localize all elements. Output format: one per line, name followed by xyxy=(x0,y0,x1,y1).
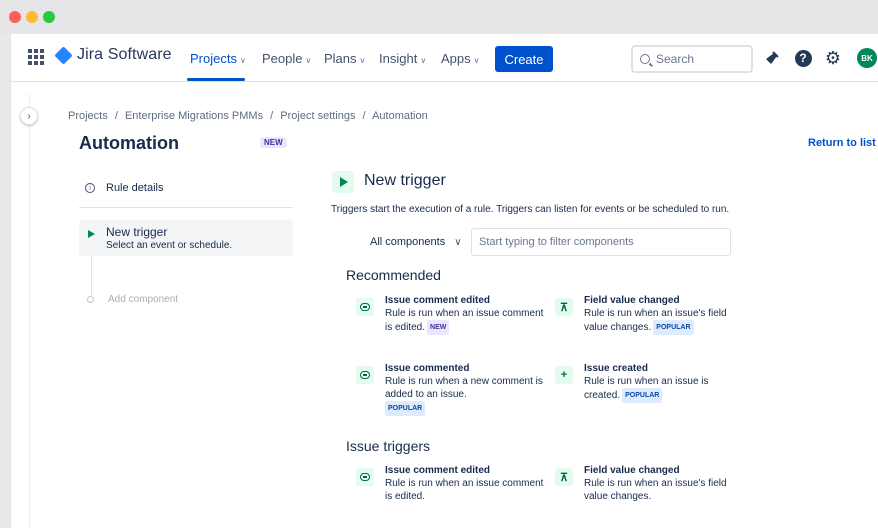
component-description: Rule is run when an issue comment is edi… xyxy=(385,478,544,502)
breadcrumb-separator: / xyxy=(270,110,274,122)
close-window-button[interactable] xyxy=(9,11,21,23)
megaphone-icon xyxy=(766,51,779,64)
window-titlebar xyxy=(0,0,878,34)
nav-plans-label: Plans xyxy=(324,51,357,66)
breadcrumb-project-settings[interactable]: Project settings xyxy=(280,110,355,122)
maximize-window-button[interactable] xyxy=(43,11,55,23)
add-component-item[interactable]: Add component xyxy=(87,294,178,305)
add-component-label: Add component xyxy=(108,294,179,305)
component-name: Issue comment edited xyxy=(385,295,491,306)
breadcrumb: Projects / Enterprise Migrations PMMs / … xyxy=(68,110,428,122)
trigger-play-icon xyxy=(332,171,354,193)
component-name: Issue created xyxy=(584,363,648,374)
plus-icon: + xyxy=(555,366,573,384)
chevron-down-icon: ∨ xyxy=(473,56,480,65)
field-value-icon: ⊼ xyxy=(555,468,573,486)
chevron-right-icon: › xyxy=(27,110,31,122)
component-name: Issue comment edited xyxy=(385,465,491,476)
component-name: Field value changed xyxy=(584,295,680,306)
nav-insight-label: Insight xyxy=(379,51,418,66)
recommended-heading: Recommended xyxy=(346,267,441,283)
component-type-value: All components xyxy=(370,236,446,248)
jira-logo[interactable]: Jira Software xyxy=(54,45,172,65)
settings-button[interactable]: ⚙ xyxy=(823,48,843,68)
jira-diamond-icon xyxy=(54,45,73,65)
avatar[interactable]: BK xyxy=(857,48,877,68)
browser-window: Jira Software Projects ∨ People ∨ Plans ∨ I… xyxy=(10,34,878,528)
nav-apps-label: Apps xyxy=(441,51,471,66)
comment-icon xyxy=(356,468,374,486)
issue-triggers-heading: Issue triggers xyxy=(346,438,431,454)
nav-people[interactable]: People ∨ xyxy=(262,51,311,66)
component-name: Issue commented xyxy=(385,363,470,374)
popular-badge: POPULAR xyxy=(385,401,426,416)
page-title: Automation xyxy=(79,133,179,153)
chevron-down-icon: ∨ xyxy=(239,56,246,65)
notifications-button[interactable] xyxy=(762,48,782,68)
breadcrumb-separator: / xyxy=(362,110,366,122)
breadcrumb-automation[interactable]: Automation xyxy=(372,110,428,122)
search-placeholder: Search xyxy=(656,52,695,66)
component-description: Rule is run when a new comment is added … xyxy=(385,375,545,416)
popular-badge: POPULAR xyxy=(653,320,694,335)
expand-sidebar-button[interactable]: › xyxy=(20,107,38,125)
component-description: Rule is run when an issue's field value … xyxy=(584,478,727,502)
breadcrumb-projects[interactable]: Projects xyxy=(68,110,108,122)
new-trigger-heading: New trigger xyxy=(364,172,446,189)
chevron-down-icon: ∨ xyxy=(359,56,366,65)
nav-apps[interactable]: Apps ∨ xyxy=(441,51,480,66)
comment-icon xyxy=(356,366,374,384)
component-name: Field value changed xyxy=(584,465,680,476)
return-to-list-link[interactable]: Return to list xyxy=(808,137,876,149)
breadcrumb-separator: / xyxy=(114,110,118,122)
rule-details-item[interactable]: i Rule details xyxy=(85,182,163,194)
add-component-dot-icon xyxy=(87,296,94,303)
nav-plans[interactable]: Plans ∨ xyxy=(324,51,365,66)
trigger-step-subtitle: Select an event or schedule. xyxy=(106,240,233,251)
breadcrumb-project[interactable]: Enterprise Migrations PMMs xyxy=(125,110,263,122)
create-button[interactable]: Create xyxy=(495,46,553,72)
filter-placeholder: Start typing to filter components xyxy=(479,236,634,248)
minimize-window-button[interactable] xyxy=(26,11,38,23)
active-nav-indicator xyxy=(187,78,245,81)
rule-details-label: Rule details xyxy=(106,182,164,194)
new-trigger-description: Triggers start the execution of a rule. … xyxy=(331,204,730,215)
top-navigation: Jira Software Projects ∨ People ∨ Plans ∨ I… xyxy=(11,34,878,82)
chevron-down-icon: ∨ xyxy=(305,56,312,65)
popular-badge: POPULAR xyxy=(622,388,663,403)
divider xyxy=(79,207,293,208)
sidebar-divider xyxy=(29,94,30,528)
info-icon: i xyxy=(85,183,95,193)
play-icon xyxy=(88,230,95,238)
component-filter-input[interactable]: Start typing to filter components xyxy=(471,228,731,256)
gear-icon: ⚙ xyxy=(824,47,842,68)
app-name: Jira Software xyxy=(77,46,172,63)
step-connector xyxy=(91,256,92,296)
component-description: Rule is run when an issue comment is edi… xyxy=(385,308,544,335)
field-value-icon: ⊼ xyxy=(555,298,573,316)
component-type-select[interactable]: All components ∨ xyxy=(362,228,471,256)
nav-projects-label: Projects xyxy=(190,51,237,66)
chevron-down-icon: ∨ xyxy=(420,56,427,65)
search-input[interactable]: Search xyxy=(631,45,753,73)
nav-projects[interactable]: Projects ∨ xyxy=(190,51,246,66)
new-badge: NEW xyxy=(427,320,450,335)
nav-insight[interactable]: Insight ∨ xyxy=(379,51,426,66)
nav-people-label: People xyxy=(262,51,303,66)
comment-icon xyxy=(356,298,374,316)
help-button[interactable]: ? xyxy=(793,48,813,68)
help-icon: ? xyxy=(794,49,812,67)
new-trigger-step[interactable]: New trigger Select an event or schedule. xyxy=(79,220,293,256)
component-description: Rule is run when an issue's field value … xyxy=(584,308,727,335)
new-badge: NEW xyxy=(260,137,287,148)
search-icon xyxy=(640,54,650,64)
app-switcher-icon[interactable] xyxy=(28,49,44,65)
chevron-down-icon: ∨ xyxy=(454,236,462,248)
trigger-step-title: New trigger xyxy=(106,225,168,239)
component-description: Rule is run when an issue is created. POP… xyxy=(584,376,709,403)
